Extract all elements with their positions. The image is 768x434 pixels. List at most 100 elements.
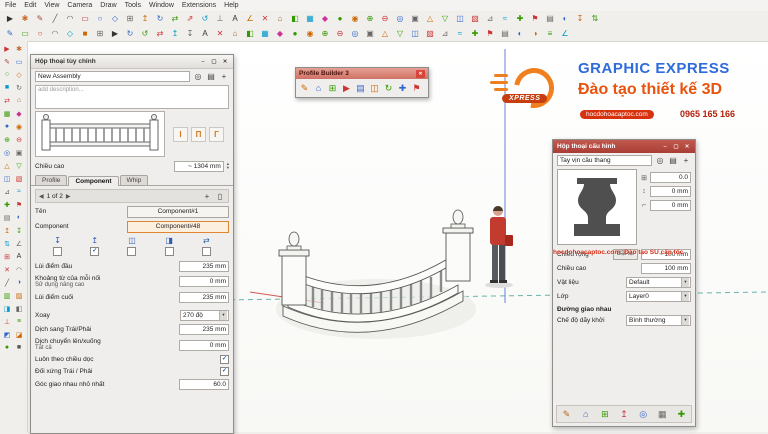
toolbar-icon[interactable]: ◇: [108, 12, 122, 25]
profile-member-button[interactable]: Γ: [209, 127, 224, 142]
shift-ud-input[interactable]: 0 mm: [179, 340, 229, 351]
tool-icon[interactable]: ≡: [13, 315, 25, 328]
search-icon[interactable]: ◎: [193, 72, 203, 81]
toolbar-icon[interactable]: ▣: [363, 27, 377, 40]
toolbar-icon[interactable]: ✎: [3, 27, 17, 40]
dialog-tool-icon[interactable]: ✚: [675, 408, 688, 421]
close-icon[interactable]: ✕: [221, 59, 229, 65]
tool-icon[interactable]: △: [1, 159, 13, 172]
minimize-icon[interactable]: –: [661, 144, 669, 150]
tool-icon[interactable]: ▦: [1, 107, 13, 120]
mirror-checkbox[interactable]: ✓: [220, 367, 229, 376]
toolbar-icon[interactable]: ⌂: [273, 12, 287, 25]
tool-icon[interactable]: ▤: [1, 211, 13, 224]
toolbar-icon[interactable]: ○: [33, 27, 47, 40]
toolbar-icon[interactable]: ◠: [63, 12, 77, 25]
assembly-name-input[interactable]: New Assembly: [35, 71, 190, 82]
assembly-dialog-titlebar[interactable]: Hộp thoại tùy chỉnh – ▢ ✕: [31, 55, 233, 69]
minimize-icon[interactable]: –: [199, 59, 207, 65]
profile-member-button[interactable]: I: [173, 127, 188, 142]
material-select[interactable]: Default ▾: [626, 277, 691, 288]
config-dialog-titlebar[interactable]: Hộp thoại cấu hình – ▢ ✕: [553, 140, 695, 153]
tool-icon[interactable]: ✎: [1, 55, 13, 68]
height-input[interactable]: 100 mm: [641, 263, 691, 274]
toolbar-icon[interactable]: ▧: [423, 27, 437, 40]
toolbar-icon[interactable]: ◫: [453, 12, 467, 25]
toolbar-icon[interactable]: ⇄: [168, 12, 182, 25]
toolbar-icon[interactable]: ◧: [288, 12, 302, 25]
toolbar-icon[interactable]: ↥: [138, 12, 152, 25]
offset-input[interactable]: 0.0: [650, 172, 691, 183]
tool-icon[interactable]: ●: [1, 341, 13, 354]
tool-icon[interactable]: ■: [1, 81, 13, 94]
tool-icon[interactable]: ↥: [1, 224, 13, 237]
toolbar-icon[interactable]: ✕: [213, 27, 227, 40]
tool-icon[interactable]: ↻: [13, 81, 25, 94]
menu-item[interactable]: Edit: [24, 2, 36, 9]
component-name-button[interactable]: Component#1: [127, 206, 229, 218]
dialog-tool-icon[interactable]: ⌂: [579, 408, 592, 421]
tool-icon[interactable]: ⇄: [1, 94, 13, 107]
add-icon[interactable]: +: [219, 72, 229, 81]
tool-icon[interactable]: ◆: [13, 107, 25, 120]
toolbar-icon[interactable]: ↻: [123, 27, 137, 40]
arrow-down-icon[interactable]: ▾: [227, 166, 229, 171]
tool-icon[interactable]: ◉: [13, 120, 25, 133]
tool-icon[interactable]: ⌂: [13, 94, 25, 107]
toolbar-icon[interactable]: ⚑: [483, 27, 497, 40]
toolbar-icon[interactable]: ⊖: [378, 12, 392, 25]
profile-builder-icon[interactable]: ⚑: [410, 81, 423, 95]
array-mode-select[interactable]: Bình thường ▾: [626, 315, 691, 326]
toolbar-icon[interactable]: ↧: [183, 27, 197, 40]
tool-icon[interactable]: ◇: [13, 68, 25, 81]
toolbar-icon[interactable]: ╱: [48, 12, 62, 25]
toolbar-icon[interactable]: ≈: [498, 12, 512, 25]
placement-checkbox[interactable]: [165, 247, 174, 256]
toolbar-icon[interactable]: ↺: [198, 12, 212, 25]
tool-icon[interactable]: ■: [13, 341, 25, 354]
toolbar-icon[interactable]: ⊕: [318, 27, 332, 40]
toolbar-icon[interactable]: ◧: [243, 27, 257, 40]
placement-checkbox[interactable]: [202, 247, 211, 256]
tool-icon[interactable]: ∠: [13, 237, 25, 250]
offset-input[interactable]: 0 mm: [650, 186, 691, 197]
toolbar-icon[interactable]: ⊖: [333, 27, 347, 40]
profile-member-button[interactable]: Π: [191, 127, 206, 142]
profile-preview[interactable]: [557, 169, 637, 245]
menu-item[interactable]: View: [44, 2, 59, 9]
tool-icon[interactable]: ◫: [1, 172, 13, 185]
toolbar-icon[interactable]: ≈: [453, 27, 467, 40]
close-icon[interactable]: ✕: [683, 144, 691, 150]
toolbar-icon[interactable]: ▽: [438, 12, 452, 25]
toolbar-icon[interactable]: △: [378, 27, 392, 40]
toolbar-icon[interactable]: ✎: [33, 12, 47, 25]
toolbar-icon[interactable]: ≡: [543, 27, 557, 40]
placement-checkbox[interactable]: ✓: [90, 247, 99, 256]
toolbar-icon[interactable]: ◠: [48, 27, 62, 40]
toolbar-icon[interactable]: ●: [288, 27, 302, 40]
menu-item[interactable]: Help: [224, 2, 238, 9]
menu-item[interactable]: Window: [149, 2, 174, 9]
toolbar-icon[interactable]: ◉: [348, 12, 362, 25]
toolbar-icon[interactable]: ↥: [168, 27, 182, 40]
profile-name-input[interactable]: Tay vịn cầu thang: [557, 155, 652, 166]
tool-icon[interactable]: ✱: [13, 42, 25, 55]
start-setback-input[interactable]: 235 mm: [179, 261, 229, 272]
menu-item[interactable]: Camera: [67, 2, 92, 9]
tool-icon[interactable]: ▧: [13, 172, 25, 185]
tool-icon[interactable]: ⊞: [1, 250, 13, 263]
tool-icon[interactable]: ▭: [13, 55, 25, 68]
toolbar-icon[interactable]: ◉: [303, 27, 317, 40]
shift-lr-input[interactable]: 235 mm: [179, 324, 229, 335]
menu-item[interactable]: Tools: [125, 2, 141, 9]
tool-icon[interactable]: ●: [1, 120, 13, 133]
profile-builder-icon[interactable]: ✎: [298, 81, 311, 95]
search-icon[interactable]: ◎: [655, 156, 665, 165]
toolbar-icon[interactable]: △: [423, 12, 437, 25]
tool-icon[interactable]: ⊕: [1, 133, 13, 146]
dialog-tool-icon[interactable]: ✎: [560, 408, 573, 421]
menu-item[interactable]: Extensions: [182, 2, 216, 9]
toolbar-icon[interactable]: ⊥: [213, 12, 227, 25]
tool-icon[interactable]: ▥: [1, 289, 13, 302]
maximize-icon[interactable]: ▢: [210, 59, 218, 65]
